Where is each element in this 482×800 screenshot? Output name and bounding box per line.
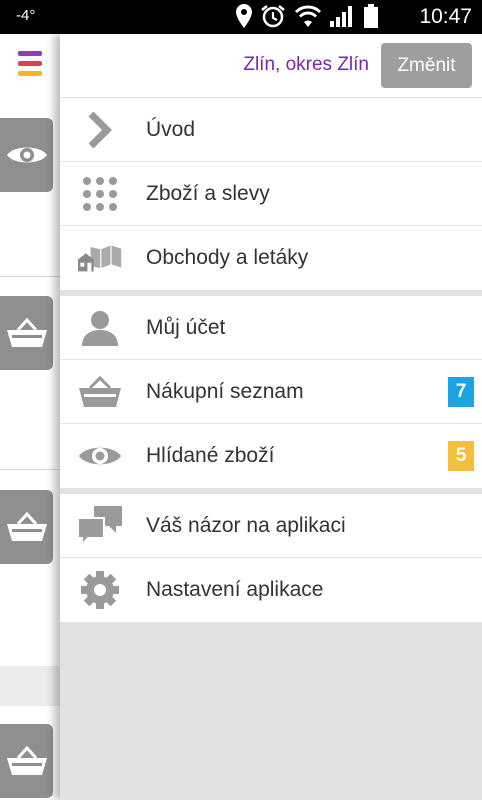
menu-item-hlidane-zbozi[interactable]: Hlídané zboží 5 (60, 424, 482, 488)
menu-item-label: Nastavení aplikace (146, 578, 324, 601)
eye-icon (78, 436, 122, 476)
watched-items-count-badge: 5 (448, 441, 474, 471)
status-icons (236, 4, 378, 33)
menu-item-nakupni-seznam[interactable]: Nákupní seznam 7 (60, 360, 482, 424)
hamburger-menu-button[interactable] (0, 34, 60, 98)
change-location-button[interactable]: Změnit (381, 43, 472, 88)
divider (0, 276, 60, 277)
hamburger-line-icon (18, 61, 42, 66)
hamburger-line-icon (18, 51, 42, 56)
drawer-header: Zlín, okres Zlín Změnit (60, 34, 482, 98)
basket-card-icon[interactable] (0, 296, 53, 370)
basket-card-icon[interactable] (0, 724, 53, 798)
hamburger-line-icon (18, 71, 42, 76)
menu-item-label: Hlídané zboží (146, 444, 275, 467)
menu-item-label: Zboží a slevy (146, 182, 270, 205)
shopping-list-count-badge: 7 (448, 377, 474, 407)
divider (0, 469, 60, 470)
basket-icon (78, 372, 122, 412)
menu-group-main: Úvod Zboží a slevy Obchody a letáky (60, 98, 482, 290)
menu-item-nastaveni-aplikace[interactable]: Nastavení aplikace (60, 558, 482, 622)
temperature: -4° (16, 7, 36, 24)
menu-item-uvod[interactable]: Úvod (60, 98, 482, 162)
menu-item-label: Můj účet (146, 316, 226, 339)
menu-item-label: Úvod (146, 118, 196, 141)
screen: -4° 10:47 Zlín, okres Zlín Změnit Úvod Z… (0, 0, 482, 800)
menu-item-label: Váš názor na aplikaci (146, 514, 346, 537)
watch-card-icon[interactable] (0, 118, 53, 192)
signal-icon (330, 5, 356, 32)
alarm-clock-icon (260, 4, 286, 33)
chevron-right-icon (78, 110, 122, 150)
location-pin-icon (236, 4, 252, 33)
basket-card-icon[interactable] (0, 490, 53, 564)
menu-item-label: Nákupní seznam (146, 380, 304, 403)
clock: 10:47 (419, 5, 472, 28)
grid-dots-icon (78, 174, 122, 214)
store-icon (78, 238, 122, 278)
gear-icon (78, 570, 122, 610)
menu-group-app: Váš názor na aplikaci Nastavení aplikace (60, 494, 482, 622)
user-icon (78, 308, 122, 348)
menu-group-user: Můj účet Nákupní seznam 7 Hlídané zboží … (60, 296, 482, 488)
battery-icon (364, 4, 378, 33)
location-label[interactable]: Zlín, okres Zlín (243, 54, 369, 76)
menu-item-obchody-a-letaky[interactable]: Obchody a letáky (60, 226, 482, 290)
section-gap (0, 666, 60, 706)
wifi-icon (294, 5, 322, 32)
navigation-drawer: Zlín, okres Zlín Změnit Úvod Zboží a sle… (60, 34, 482, 800)
menu-item-muj-ucet[interactable]: Můj účet (60, 296, 482, 360)
chat-bubbles-icon (78, 506, 122, 546)
menu-item-label: Obchody a letáky (146, 246, 309, 269)
status-bar: -4° 10:47 (0, 0, 482, 34)
menu-item-vas-nazor[interactable]: Váš názor na aplikaci (60, 494, 482, 558)
background-page (0, 34, 60, 800)
menu-item-zbozi-a-slevy[interactable]: Zboží a slevy (60, 162, 482, 226)
